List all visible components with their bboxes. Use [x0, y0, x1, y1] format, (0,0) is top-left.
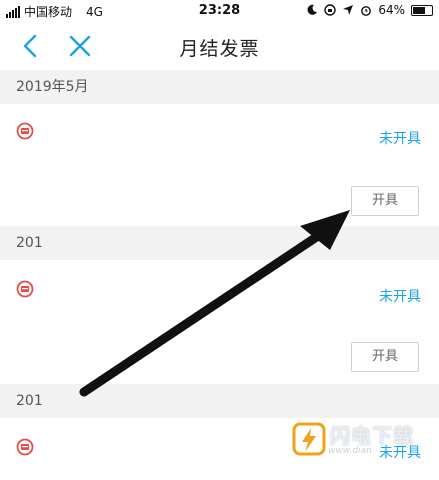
watermark-text: 闪电下载	[330, 424, 414, 448]
battery-fill	[413, 6, 425, 14]
rotation-lock-icon	[324, 4, 337, 16]
issue-button[interactable]: 开具	[351, 186, 419, 216]
battery-percent: 64%	[378, 3, 405, 17]
invoice-row: 未开具 开具	[0, 104, 439, 226]
invoice-icon	[16, 122, 34, 140]
status-right: 64%	[306, 3, 433, 17]
invoice-icon	[16, 438, 34, 456]
month-header: 201	[0, 384, 439, 418]
status-link[interactable]: 未开具	[379, 286, 421, 306]
month-header: 2019年5月	[0, 70, 439, 104]
watermark: 闪电下载 www.dian	[292, 418, 432, 462]
moon-icon	[307, 4, 318, 15]
lightning-logo-icon	[292, 422, 326, 456]
location-icon	[343, 5, 354, 15]
status-link[interactable]: 未开具	[379, 128, 421, 148]
battery-icon	[411, 4, 433, 16]
page-title: 月结发票	[179, 38, 260, 60]
invoice-row: 未开具 开具	[0, 260, 439, 380]
status-bar: 中国移动 4G 23:28 64%	[0, 0, 439, 24]
invoice-icon	[16, 280, 34, 298]
issue-button[interactable]: 开具	[351, 342, 419, 372]
month-label: 201	[16, 235, 43, 251]
watermark-url: www.dian	[328, 446, 372, 456]
month-label: 2019年5月	[16, 79, 89, 95]
nav-bar: 月结发票	[0, 24, 439, 68]
month-label: 201	[16, 393, 43, 409]
month-header: 201	[0, 226, 439, 260]
alarm-icon	[361, 6, 372, 16]
